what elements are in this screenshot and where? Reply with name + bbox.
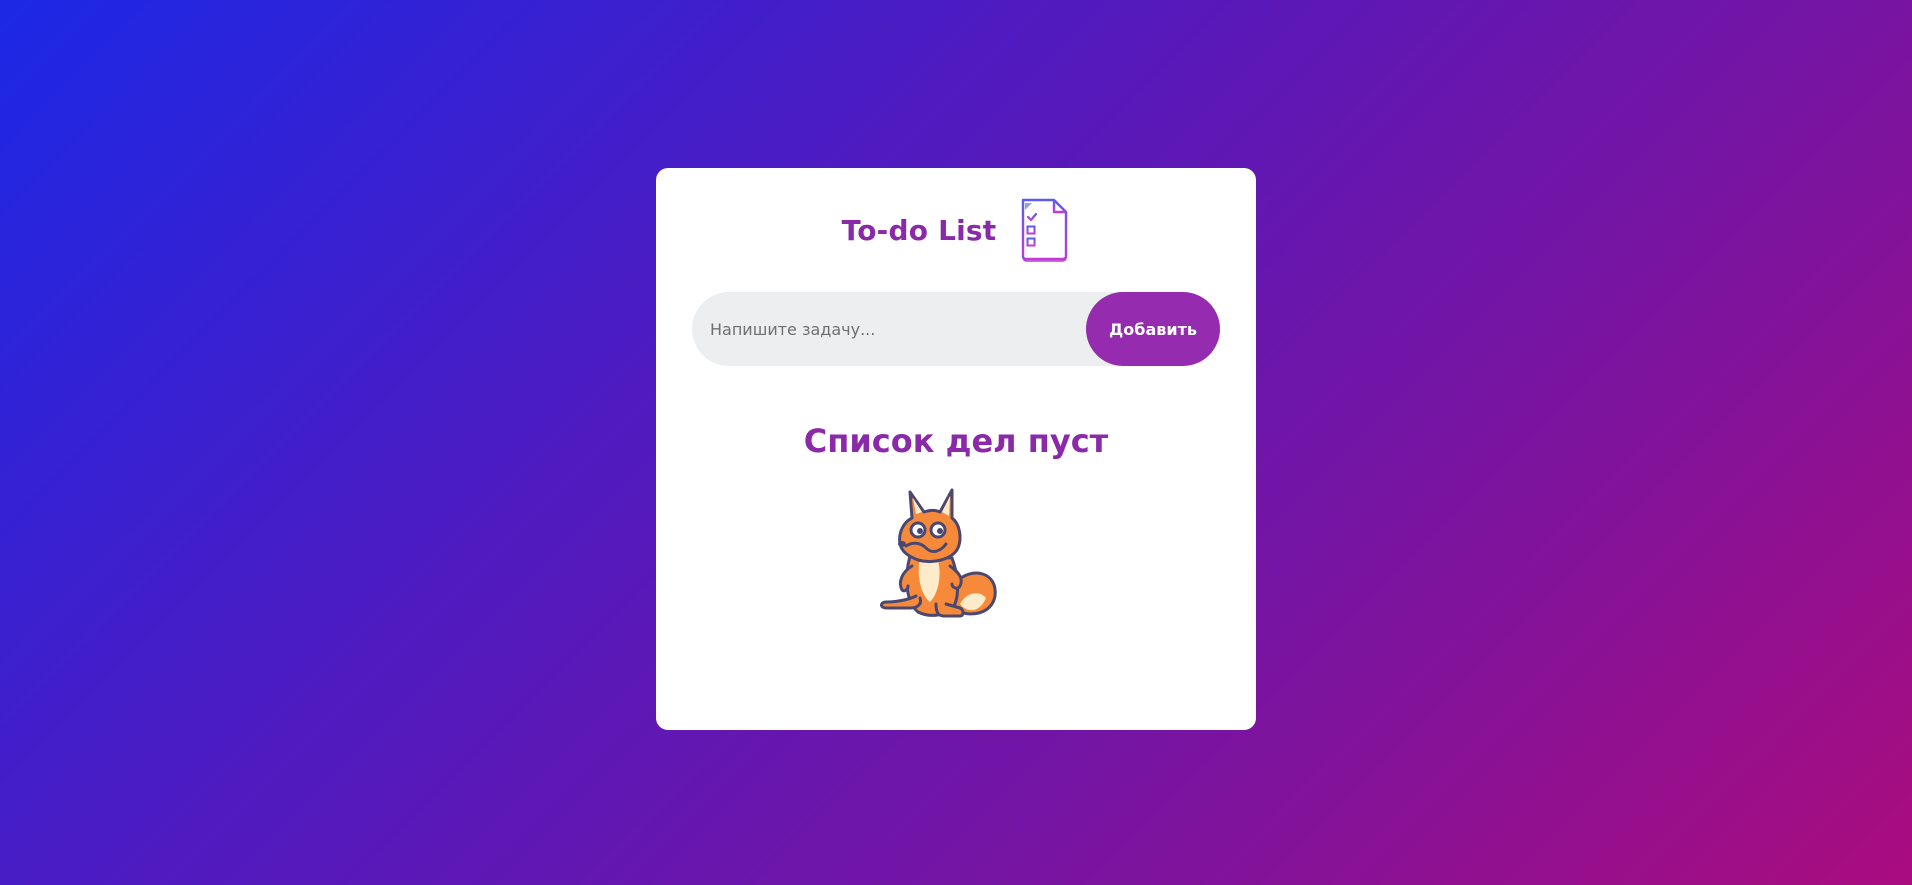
app-header: To-do List	[656, 196, 1256, 264]
add-task-form: Добавить	[692, 292, 1220, 366]
add-task-button[interactable]: Добавить	[1086, 292, 1220, 366]
checklist-document-icon	[1018, 198, 1070, 262]
app-title: To-do List	[841, 213, 997, 247]
task-input[interactable]	[692, 292, 1072, 366]
empty-list-message: Список дел пуст	[803, 422, 1109, 460]
fox-illustration	[876, 486, 1000, 620]
todo-card: To-do List Напишите задачу... Добавить С…	[656, 168, 1256, 730]
